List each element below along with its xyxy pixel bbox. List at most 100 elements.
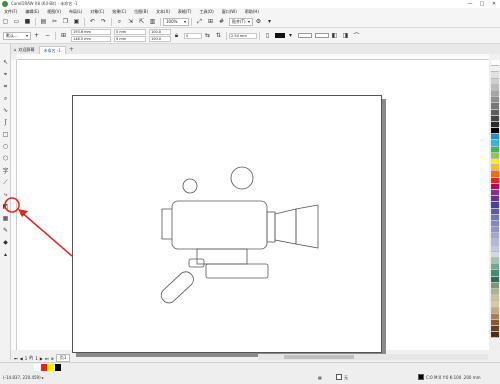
crop-tool-icon[interactable]: ⌗ xyxy=(1,82,10,91)
menu-edit[interactable]: 编辑(E) xyxy=(21,9,43,15)
open-icon[interactable]: ▭ xyxy=(13,18,21,26)
x-position-field[interactable]: 193.6 mm xyxy=(71,29,111,35)
preset-select[interactable]: 默认... ▾ xyxy=(3,31,31,40)
zoom-tool-icon[interactable]: ⌕ xyxy=(1,94,10,103)
document-swatch-red[interactable] xyxy=(41,364,47,371)
toolbar-divider xyxy=(55,31,56,40)
menu-object[interactable]: 对象(C) xyxy=(86,9,108,15)
horizontal-scrollbar[interactable] xyxy=(258,354,488,360)
y-position-field[interactable]: 148.3 mm xyxy=(71,36,111,42)
page-tab-1[interactable]: 页1 xyxy=(55,354,71,362)
launch-icon[interactable]: ▾ xyxy=(266,18,274,26)
maximize-button[interactable]: □ xyxy=(476,0,488,8)
document-swatch-black[interactable] xyxy=(55,364,61,371)
menu-bar: 文件(F) 编辑(E) 视图(V) 布局(L) 对象(C) 效果(C) 位图(B… xyxy=(0,8,500,16)
print-icon[interactable]: ▤ xyxy=(40,18,48,26)
outline-color-swatch[interactable] xyxy=(275,33,285,38)
color-palette xyxy=(489,60,500,350)
mirror-horizontal-icon[interactable]: ⇆ xyxy=(204,32,212,40)
menu-window[interactable]: 窗口(W) xyxy=(218,9,241,15)
convert-to-curves-icon[interactable]: ⌒ xyxy=(353,32,361,40)
polygon-tool-icon[interactable]: ⬡ xyxy=(1,154,10,163)
menu-bitmaps[interactable]: 位图(B) xyxy=(130,9,152,15)
redo-icon[interactable]: ↷ xyxy=(100,18,108,26)
menu-view[interactable]: 视图(V) xyxy=(43,9,65,15)
tab-welcome-label: 欢迎屏幕 xyxy=(18,47,35,52)
last-page-icon[interactable]: ⏭ xyxy=(45,356,49,361)
publish-pdf-icon[interactable]: ▥ xyxy=(149,18,157,26)
add-page-icon[interactable]: ⊕ xyxy=(50,356,53,361)
pick-tool-icon[interactable]: ↖ xyxy=(1,58,10,67)
search-content-icon[interactable]: ⌕ xyxy=(116,18,124,26)
outline-color-box[interactable] xyxy=(418,374,424,380)
undo-icon[interactable]: ↶ xyxy=(89,18,97,26)
scale-width-field[interactable]: 100.0 xyxy=(149,29,171,35)
tab-untitled-1[interactable]: 未命名 -1 xyxy=(38,46,66,54)
menu-text[interactable]: 文本(X) xyxy=(152,9,174,15)
scrollbar-thumb[interactable] xyxy=(284,355,354,359)
text-tool-icon[interactable]: 字 xyxy=(1,166,10,175)
height-field[interactable]: 0 mm xyxy=(114,36,146,42)
copy-icon[interactable]: ❐ xyxy=(62,18,70,26)
ellipse-tool-icon[interactable]: ○ xyxy=(1,142,10,151)
import-icon[interactable]: ⇲ xyxy=(127,18,135,26)
standard-toolbar: ▢ ▭ ■ ▤ ✂ ❐ ▣ ↶ ↷ ⌕ ⇲ ⇱ ▥ 100% ▾ ⤢ ⊞ # 贴… xyxy=(0,16,500,28)
parallel-dimension-icon[interactable]: ⟋ xyxy=(1,178,10,187)
export-icon[interactable]: ⇱ xyxy=(138,18,146,26)
new-document-icon[interactable]: ▢ xyxy=(2,18,10,26)
cut-icon[interactable]: ✂ xyxy=(51,18,59,26)
connector-tool-icon[interactable]: ⤷ xyxy=(1,190,10,199)
tab-welcome-screen[interactable]: ⌂ 欢迎屏幕 xyxy=(10,46,39,54)
minimize-button[interactable]: — xyxy=(464,0,476,8)
wrap-text-icon[interactable]: ▯ xyxy=(264,32,272,40)
fill-style-select[interactable] xyxy=(298,33,312,38)
interactive-fill-icon[interactable]: ◆ xyxy=(1,238,10,247)
artistic-media-icon[interactable]: ʃ xyxy=(1,118,10,127)
menu-tools[interactable]: 工具(O) xyxy=(195,9,217,15)
toolbar-divider xyxy=(84,17,85,26)
options-gear-icon[interactable]: ⚙ xyxy=(255,18,263,26)
next-page-icon[interactable]: ▶ xyxy=(40,356,43,361)
rulers-icon[interactable]: ⊞ xyxy=(207,18,215,26)
palette-swatch[interactable] xyxy=(490,332,499,339)
first-page-icon[interactable]: ⏮ xyxy=(14,356,18,361)
eyedropper-tool-icon[interactable]: ✎ xyxy=(1,226,10,235)
outline-width-field[interactable]: 2.54 mm xyxy=(229,32,257,39)
lock-ratio-icon[interactable]: 🔒︎ xyxy=(173,32,181,40)
drawing-page[interactable] xyxy=(72,95,382,353)
document-swatch-white[interactable] xyxy=(34,364,40,371)
prev-page-icon[interactable]: ◀ xyxy=(20,356,23,361)
paste-icon[interactable]: ▣ xyxy=(73,18,81,26)
rotation-field[interactable]: 0 xyxy=(184,32,202,39)
add-preset-icon[interactable]: + xyxy=(33,32,41,40)
to-front-icon[interactable]: ◧ xyxy=(331,32,339,40)
zoom-level-select[interactable]: 100% ▾ xyxy=(163,17,189,26)
rectangle-tool-icon[interactable]: □ xyxy=(1,130,10,139)
remove-preset-icon[interactable]: − xyxy=(44,32,52,40)
menu-file[interactable]: 文件(F) xyxy=(0,9,21,15)
scale-height-field[interactable]: 100.0 xyxy=(149,36,171,42)
freehand-tool-icon[interactable]: ∿ xyxy=(1,106,10,115)
menu-table[interactable]: 表格(T) xyxy=(174,9,196,15)
chevron-down-icon[interactable]: ▾ xyxy=(287,32,295,40)
menu-effects[interactable]: 效果(C) xyxy=(108,9,130,15)
line-style-select[interactable] xyxy=(315,33,329,38)
fill-color-box[interactable] xyxy=(336,374,342,380)
width-field[interactable]: 0 mm xyxy=(114,29,146,35)
add-tab-icon[interactable]: + xyxy=(69,46,74,54)
shape-tool-icon[interactable]: ⌖ xyxy=(1,70,10,79)
transparency-tool-icon[interactable]: ▦ xyxy=(1,214,10,223)
menu-layout[interactable]: 布局(L) xyxy=(65,9,86,15)
drop-shadow-tool-icon[interactable]: ◩ xyxy=(1,202,10,211)
mirror-vertical-icon[interactable]: ⇅ xyxy=(215,32,223,40)
document-swatch-yellow[interactable] xyxy=(48,364,54,371)
snap-to-dropdown[interactable]: 贴齐(T) ▾ xyxy=(229,17,253,26)
grid-icon[interactable]: # xyxy=(218,18,226,26)
smart-fill-icon[interactable]: ▴ xyxy=(1,250,10,259)
close-button[interactable]: ✕ xyxy=(488,0,500,8)
save-icon[interactable]: ■ xyxy=(24,18,32,26)
to-back-icon[interactable]: ◨ xyxy=(342,32,350,40)
full-screen-icon[interactable]: ⤢ xyxy=(196,18,204,26)
menu-help[interactable]: 帮助(H) xyxy=(241,9,263,15)
fill-label: 无 xyxy=(344,375,348,380)
